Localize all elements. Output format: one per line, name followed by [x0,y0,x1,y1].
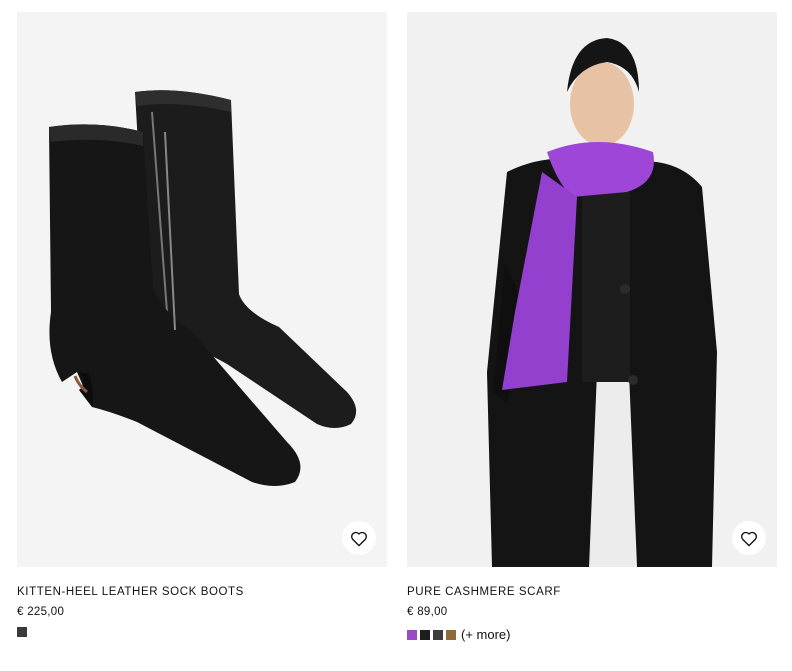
scarf-model-photo [407,12,777,567]
product-image-boots[interactable] [17,12,387,567]
product-card-boots[interactable]: KITTEN-HEEL LEATHER SOCK BOOTS € 225,00 [17,12,387,637]
swatch-black[interactable] [420,629,430,640]
product-image-scarf[interactable] [407,12,777,567]
wishlist-button[interactable] [342,521,376,555]
product-title[interactable]: KITTEN-HEEL LEATHER SOCK BOOTS [17,586,387,598]
swatch-purple[interactable] [407,629,417,640]
color-swatches: (+ more) [407,627,777,642]
product-card-scarf[interactable]: PURE CASHMERE SCARF € 89,00 (+ more) [407,12,777,642]
heart-outline-icon [351,531,367,546]
product-title[interactable]: PURE CASHMERE SCARF [407,586,777,598]
more-colors-link[interactable]: (+ more) [461,627,510,642]
color-swatches [17,627,387,637]
boots-photo [17,12,387,567]
product-price: € 225,00 [17,606,65,618]
product-price: € 89,00 [407,606,448,618]
swatch-dark-grey[interactable] [433,629,443,640]
swatch-camel[interactable] [446,629,456,640]
heart-outline-icon [741,531,757,546]
wishlist-button[interactable] [732,521,766,555]
swatch-black[interactable] [17,627,27,637]
